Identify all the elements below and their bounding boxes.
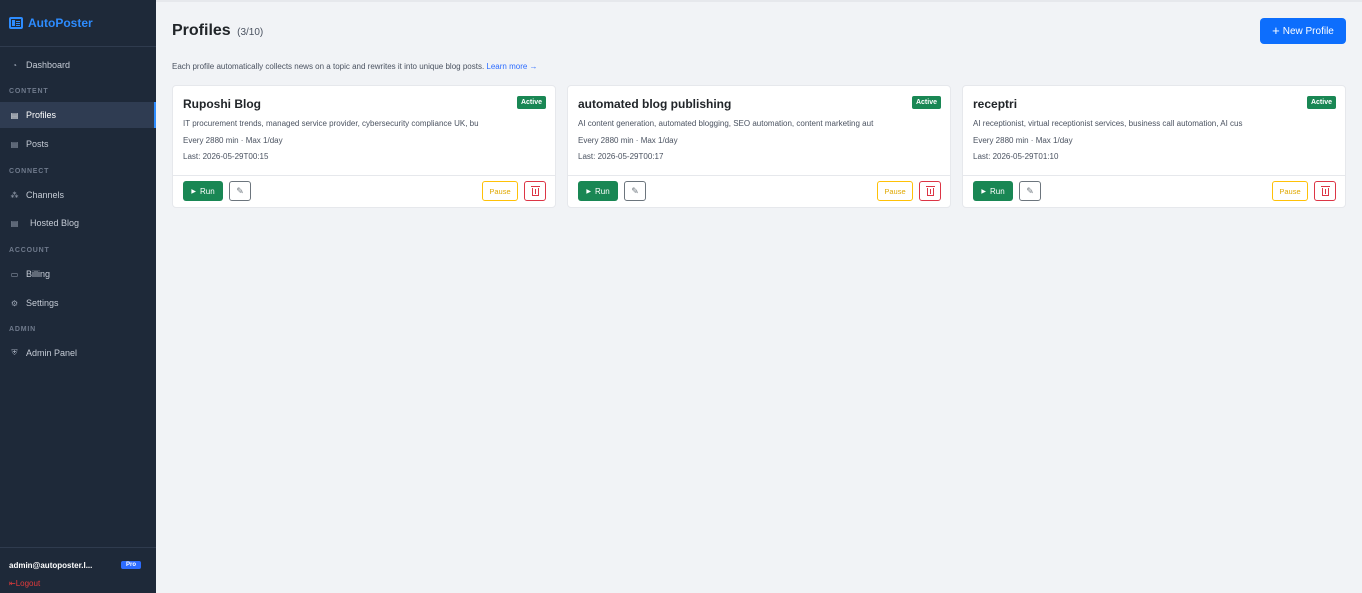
billing-icon: ▭ [10,269,19,279]
logout-label: Logout [15,579,41,588]
section-label-content: CONTENT [9,88,49,95]
hosted-blog-icon: ▤ [10,218,19,228]
trash-icon [1320,186,1330,196]
brand[interactable]: AutoPoster [0,0,156,47]
channels-icon: ⁂ [10,190,19,200]
sidebar-item-channels[interactable]: ⁂ Channels [0,182,156,208]
sidebar-item-profiles[interactable]: ▤ Profiles [0,102,156,128]
sidebar-item-admin-panel[interactable]: ⛨ Admin Panel [0,340,156,366]
profile-count: (3/10) [237,27,264,38]
page-title-text: Profiles [172,22,231,39]
section-label-connect: CONNECT [9,168,50,175]
edit-button[interactable]: ✎ [229,181,251,201]
sidebar-item-label: Channels [26,190,65,200]
delete-button[interactable] [1314,181,1336,201]
status-badge: Active [516,96,546,109]
edit-button[interactable]: ✎ [624,181,646,201]
profile-keywords: AI receptionist, virtual receptionist se… [973,119,1243,128]
page-title: Profiles (3/10) [172,22,263,40]
run-label: Run [594,186,610,196]
trash-icon [925,186,935,196]
section-label-admin: ADMIN [9,326,36,333]
sidebar-item-label: Hosted Blog [30,218,80,228]
learn-more-link[interactable]: Learn more → [486,62,537,71]
sidebar-item-label: Admin Panel [26,348,78,358]
sidebar-item-label: Billing [26,269,51,279]
profile-schedule: Every 2880 min · Max 1/day [183,136,283,145]
profile-keywords: AI content generation, automated bloggin… [578,119,874,128]
section-label-account: ACCOUNT [9,247,50,254]
posts-icon: ▤ [10,139,19,149]
card-divider [568,175,950,176]
profile-card: receptri Active AI receptionist, virtual… [962,85,1346,208]
profile-title: automated blog publishing [578,97,732,111]
pause-button[interactable]: Pause [482,181,518,201]
sidebar-item-settings[interactable]: ⚙ Settings [0,290,156,316]
sidebar-item-posts[interactable]: ▤ Posts [0,131,156,157]
pencil-icon: ✎ [236,185,244,196]
sidebar-footer: admin@autoposter.l... Pro ⇤Logout [0,547,156,593]
top-border [156,0,1362,2]
pause-button[interactable]: Pause [1272,181,1308,201]
new-profile-button[interactable]: + New Profile [1260,18,1346,44]
settings-icon: ⚙ [10,298,19,308]
edit-button[interactable]: ✎ [1019,181,1041,201]
play-icon: ▶ [586,188,591,195]
dashboard-icon: ◔ [12,60,17,70]
profile-last-run: Last: 2026-05-29T00:15 [183,152,269,161]
profile-last-run: Last: 2026-05-29T01:10 [973,152,1059,161]
sidebar-item-billing[interactable]: ▭ Billing [0,261,156,287]
trash-icon [530,186,540,196]
run-button[interactable]: ▶ Run [578,181,618,201]
profiles-icon: ▤ [10,110,19,120]
pause-button[interactable]: Pause [877,181,913,201]
run-button[interactable]: ▶ Run [183,181,223,201]
sidebar-item-label: Posts [26,139,49,149]
new-profile-label: New Profile [1282,25,1334,37]
plus-icon: + [1272,23,1280,38]
pencil-icon: ✎ [1026,185,1034,196]
profile-card: Ruposhi Blog Active IT procurement trend… [172,85,556,208]
profile-last-run: Last: 2026-05-29T00:17 [578,152,664,161]
status-badge: Active [911,96,941,109]
user-email: admin@autoposter.l... [9,561,93,570]
profile-schedule: Every 2880 min · Max 1/day [973,136,1073,145]
profile-keywords: IT procurement trends, managed service p… [183,119,479,128]
run-label: Run [199,186,215,196]
status-badge: Active [1306,96,1336,109]
play-icon: ▶ [191,188,196,195]
sidebar-item-dashboard[interactable]: ◔ Dashboard [0,52,156,78]
card-divider [173,175,555,176]
brand-name: AutoPoster [28,16,93,30]
run-label: Run [989,186,1005,196]
run-button[interactable]: ▶ Run [973,181,1013,201]
sidebar: AutoPoster ◔ Dashboard CONTENT ▤ Profile… [0,0,156,593]
newspaper-icon [9,17,23,29]
play-icon: ▶ [981,188,986,195]
delete-button[interactable] [524,181,546,201]
logout-icon: ⇤ [9,579,16,588]
logout-link[interactable]: ⇤Logout [9,579,40,588]
admin-icon: ⛨ [11,348,18,357]
sidebar-item-hosted-blog[interactable]: ▤ Hosted Blog [0,210,156,236]
delete-button[interactable] [919,181,941,201]
sidebar-item-label: Profiles [26,110,57,120]
description-text: Each profile automatically collects news… [172,62,485,71]
profile-title: receptri [973,97,1018,111]
card-divider [963,175,1345,176]
profile-card: automated blog publishing Active AI cont… [567,85,951,208]
sidebar-item-label: Settings [26,298,59,308]
plan-badge: Pro [121,561,142,569]
profile-schedule: Every 2880 min · Max 1/day [578,136,678,145]
sidebar-item-label: Dashboard [26,60,71,70]
page-description: Each profile automatically collects news… [172,62,538,71]
pencil-icon: ✎ [631,185,639,196]
profile-title: Ruposhi Blog [183,97,261,111]
